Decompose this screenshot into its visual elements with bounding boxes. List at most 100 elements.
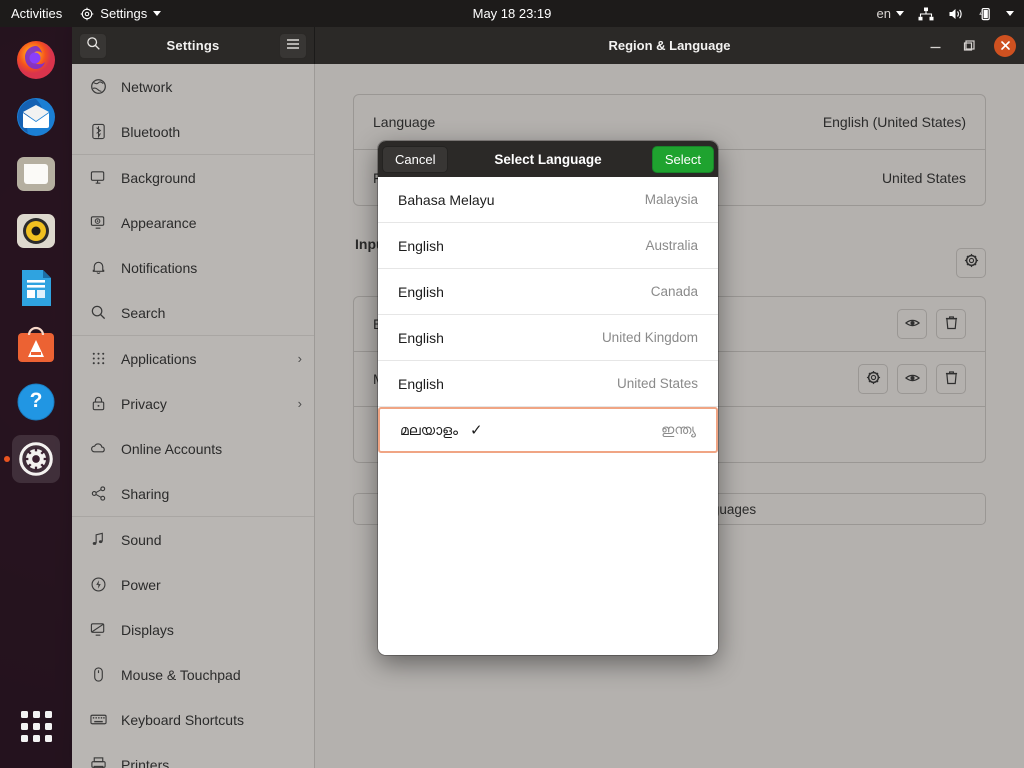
keyboard-icon: [89, 711, 107, 728]
monitor-icon: [89, 169, 107, 186]
grid-dot: [33, 723, 40, 730]
language-list-item-selected[interactable]: മലയാളം ✓ ഇന്ത്യ: [378, 407, 718, 453]
sidebar-label: Applications: [121, 351, 284, 367]
bluetooth-icon: [89, 123, 107, 140]
settings-sidebar[interactable]: Network Bluetooth: [72, 64, 315, 768]
eye-icon: [905, 316, 920, 332]
sidebar-label: Sound: [121, 532, 302, 548]
svg-text:?: ?: [30, 389, 43, 412]
remove-input-source-button[interactable]: [936, 364, 966, 394]
cloud-icon: [89, 440, 107, 457]
sidebar-item-privacy[interactable]: Privacy ›: [72, 381, 314, 426]
hamburger-menu-icon: [286, 37, 300, 55]
sidebar-item-applications[interactable]: Applications ›: [72, 336, 314, 381]
language-region: United States: [617, 376, 698, 391]
sidebar-label: Notifications: [121, 260, 302, 276]
language-region: Australia: [645, 238, 698, 253]
sidebar-item-appearance[interactable]: Appearance: [72, 200, 314, 245]
sidebar-item-background[interactable]: Background: [72, 155, 314, 200]
grid-dot: [21, 735, 28, 742]
dock-item-help[interactable]: ?: [12, 378, 60, 426]
sidebar-group-connectivity: Network Bluetooth: [72, 64, 314, 155]
system-status-area[interactable]: en: [877, 6, 1014, 21]
preview-layout-button[interactable]: [897, 309, 927, 339]
input-options-gear-button[interactable]: [956, 248, 986, 278]
sidebar-label: Network: [121, 79, 302, 95]
page-title: Region & Language: [315, 38, 1024, 53]
sidebar-label: Displays: [121, 622, 302, 638]
chevron-down-icon[interactable]: [1006, 11, 1014, 16]
search-button[interactable]: [79, 33, 107, 59]
printer-icon: [89, 756, 107, 768]
sidebar-label: Keyboard Shortcuts: [121, 712, 302, 728]
lock-icon: [89, 395, 107, 412]
sidebar-item-network[interactable]: Network: [72, 64, 314, 109]
language-list-item[interactable]: Bahasa Melayu Malaysia: [378, 177, 718, 223]
gnome-top-bar: Activities Settings May 18 23:: [0, 0, 1024, 27]
language-list-item[interactable]: English United Kingdom: [378, 315, 718, 361]
sidebar-item-notifications[interactable]: Notifications: [72, 245, 314, 290]
dock-item-firefox[interactable]: [12, 36, 60, 84]
app-menu-label: Settings: [100, 6, 147, 21]
share-icon: [89, 485, 107, 502]
close-button[interactable]: [994, 35, 1016, 57]
language-list-item[interactable]: English Australia: [378, 223, 718, 269]
settings-title: Settings: [167, 38, 220, 53]
sidebar-label: Background: [121, 170, 302, 186]
network-icon: [918, 7, 934, 21]
input-source-settings-button[interactable]: [858, 364, 888, 394]
bell-icon: [89, 259, 107, 276]
sidebar-group-devices: Sound Power: [72, 517, 314, 768]
sidebar-label: Appearance: [121, 215, 302, 231]
show-applications-button[interactable]: [12, 702, 60, 750]
sidebar-headerbar: Settings: [72, 27, 315, 64]
language-list[interactable]: Bahasa Melayu Malaysia English Australia…: [378, 177, 718, 655]
sidebar-item-sharing[interactable]: Sharing: [72, 471, 314, 516]
app-menu-button[interactable]: Settings: [80, 6, 161, 21]
sidebar-label: Bluetooth: [121, 124, 302, 140]
sidebar-label: Mouse & Touchpad: [121, 667, 302, 683]
sidebar-item-power[interactable]: Power: [72, 562, 314, 607]
language-region: Canada: [651, 284, 698, 299]
grid-dot: [45, 735, 52, 742]
minimize-button[interactable]: [926, 37, 944, 55]
maximize-button[interactable]: [960, 37, 978, 55]
language-name: English: [398, 238, 444, 254]
dock-item-libreoffice-writer[interactable]: [12, 264, 60, 312]
gear-icon: [866, 370, 881, 388]
sidebar-item-search[interactable]: Search: [72, 290, 314, 335]
language-name: Bahasa Melayu: [398, 192, 495, 208]
dock-item-thunderbird[interactable]: [12, 93, 60, 141]
chevron-down-icon: [896, 11, 904, 16]
ubuntu-dock: ?: [0, 27, 72, 768]
dock-item-ubuntu-software[interactable]: [12, 321, 60, 369]
grid-dot: [33, 735, 40, 742]
main-menu-button[interactable]: [279, 33, 307, 59]
sidebar-item-keyboard-shortcuts[interactable]: Keyboard Shortcuts: [72, 697, 314, 742]
sidebar-item-printers[interactable]: Printers: [72, 742, 314, 768]
sidebar-item-bluetooth[interactable]: Bluetooth: [72, 109, 314, 154]
cancel-button[interactable]: Cancel: [382, 146, 448, 173]
sidebar-item-online-accounts[interactable]: Online Accounts: [72, 426, 314, 471]
activities-label: Activities: [11, 6, 62, 21]
language-name: English: [398, 330, 444, 346]
preview-layout-button[interactable]: [897, 364, 927, 394]
dock-item-files[interactable]: [12, 150, 60, 198]
sidebar-group-personalization: Background Appearance: [72, 155, 314, 336]
chevron-down-icon: [153, 11, 161, 16]
activities-button[interactable]: Activities: [11, 6, 62, 21]
language-list-item[interactable]: English United States: [378, 361, 718, 407]
input-source-indicator[interactable]: en: [877, 6, 891, 21]
grid-icon: [89, 350, 107, 367]
check-icon: ✓: [470, 421, 483, 439]
sidebar-item-mouse-touchpad[interactable]: Mouse & Touchpad: [72, 652, 314, 697]
sidebar-item-sound[interactable]: Sound: [72, 517, 314, 562]
dock-item-rhythmbox[interactable]: [12, 207, 60, 255]
dock-item-settings[interactable]: [12, 435, 60, 483]
formats-value: United States: [882, 170, 966, 186]
remove-input-source-button[interactable]: [936, 309, 966, 339]
sidebar-item-displays[interactable]: Displays: [72, 607, 314, 652]
grid-dot: [45, 711, 52, 718]
language-list-item[interactable]: English Canada: [378, 269, 718, 315]
select-button[interactable]: Select: [652, 146, 714, 173]
